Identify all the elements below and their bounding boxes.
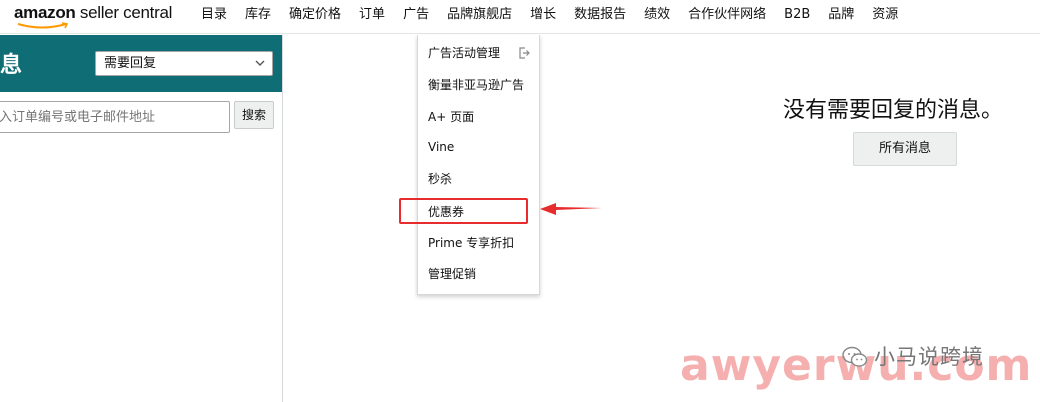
order-email-search-input[interactable] — [0, 101, 230, 133]
nav-item-b2b[interactable]: B2B — [775, 0, 819, 34]
menu-item-manage-promotions[interactable]: 管理促销 — [428, 264, 476, 284]
logo-text-sub: seller central — [75, 3, 173, 22]
menu-item-deals[interactable]: 秒杀 — [428, 169, 452, 189]
menu-item-a-plus-content[interactable]: A+ 页面 — [428, 107, 474, 127]
advertising-dropdown-menu: 广告活动管理 衡量非亚马逊广告 A+ 页面 Vine 秒杀 优惠券 Prime … — [417, 35, 540, 295]
nav-item-resources[interactable]: 资源 — [863, 0, 907, 34]
nav-item-reports[interactable]: 数据报告 — [565, 0, 635, 34]
top-navigation-bar: amazon seller central 目录 库存 确定价格 订单 广告 品… — [0, 0, 1040, 34]
menu-item-vine[interactable]: Vine — [428, 137, 454, 157]
nav-item-partner-network[interactable]: 合作伙伴网络 — [679, 0, 775, 34]
nav-item-pricing[interactable]: 确定价格 — [280, 0, 350, 34]
search-button[interactable]: 搜索 — [234, 101, 274, 129]
nav-item-growth[interactable]: 增长 — [521, 0, 565, 34]
coupon-highlight-box — [399, 198, 528, 224]
nav-item-stores[interactable]: 品牌旗舰店 — [438, 0, 521, 34]
panel-title: 息 — [0, 53, 23, 78]
menu-item-label: 广告活动管理 — [428, 46, 501, 60]
external-link-icon — [519, 47, 530, 59]
amazon-seller-central-logo[interactable]: amazon seller central — [14, 3, 172, 31]
wechat-icon — [842, 346, 868, 367]
menu-item-measure-non-amazon-ads[interactable]: 衡量非亚马逊广告 — [428, 75, 524, 95]
menu-item-prime-exclusive-discounts[interactable]: Prime 专享折扣 — [428, 233, 514, 253]
message-filter-select[interactable]: 需要回复 — [95, 51, 273, 76]
nav-item-orders[interactable]: 订单 — [350, 0, 394, 34]
menu-item-campaign-manager[interactable]: 广告活动管理 — [428, 43, 530, 63]
nav-item-brands[interactable]: 品牌 — [819, 0, 863, 34]
messages-panel-header: 息 需要回复 — [0, 35, 282, 92]
logo-text-main: amazon — [14, 3, 76, 22]
watermark-account-name: 小马说跨境 — [874, 345, 984, 369]
main-nav: 目录 库存 确定价格 订单 广告 品牌旗舰店 增长 数据报告 绩效 合作伙伴网络… — [192, 0, 907, 34]
filter-selected-value: 需要回复 — [104, 56, 157, 71]
nav-item-advertising[interactable]: 广告 — [394, 0, 438, 34]
nav-item-inventory[interactable]: 库存 — [236, 0, 280, 34]
amazon-smile-icon — [17, 22, 69, 29]
panel-divider — [282, 35, 283, 402]
red-arrow-annotation — [540, 203, 602, 215]
chevron-down-icon — [255, 60, 265, 66]
nav-item-performance[interactable]: 绩效 — [635, 0, 679, 34]
empty-state-message: 没有需要回复的消息。 — [783, 98, 1004, 123]
all-messages-button[interactable]: 所有消息 — [853, 132, 957, 166]
nav-item-catalog[interactable]: 目录 — [192, 0, 236, 34]
